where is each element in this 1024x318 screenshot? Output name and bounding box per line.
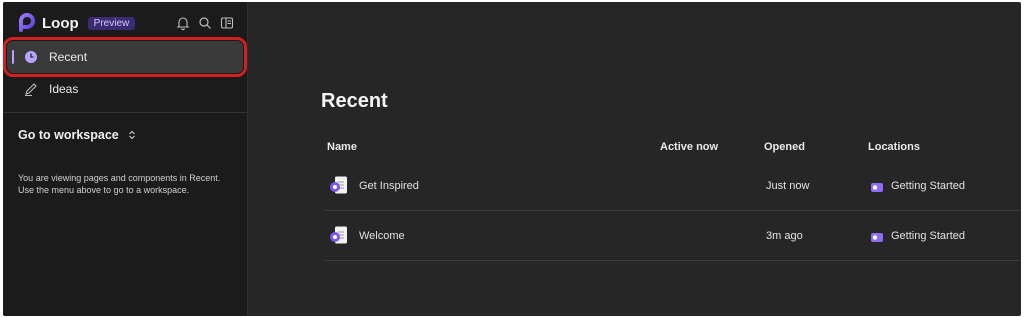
app-window: Loop Preview Recent Ideas Go to workspac… <box>3 2 1021 316</box>
sidebar-item-ideas[interactable]: Ideas <box>7 73 243 105</box>
main-content: Recent Name Active now Opened Locations … <box>248 2 1021 316</box>
sidebar-item-label: Recent <box>49 50 88 64</box>
row-location[interactable]: Getting Started <box>891 180 965 192</box>
row-divider <box>325 260 1021 261</box>
loop-page-icon <box>330 176 347 194</box>
row-divider <box>325 210 1021 211</box>
workspace-heading: Go to workspace <box>18 128 119 142</box>
row-name[interactable]: Welcome <box>359 230 405 242</box>
loop-logo-icon <box>19 13 35 32</box>
workspace-icon <box>871 183 883 192</box>
row-opened: 3m ago <box>766 230 803 242</box>
clock-icon <box>23 49 39 65</box>
row-opened: Just now <box>766 180 810 192</box>
row-name[interactable]: Get Inspired <box>359 180 419 192</box>
chevron-up-down-icon <box>128 130 135 140</box>
sidebar-item-label: Ideas <box>49 82 79 96</box>
search-icon[interactable] <box>197 15 213 31</box>
panel-toggle-icon[interactable] <box>219 15 235 31</box>
column-header-opened[interactable]: Opened <box>764 141 805 153</box>
top-icons <box>175 15 235 31</box>
sidebar-divider <box>3 112 247 113</box>
pen-icon <box>23 81 39 97</box>
loop-page-icon <box>330 226 347 244</box>
page-title: Recent <box>321 90 388 112</box>
workspace-note: You are viewing pages and components in … <box>18 173 221 195</box>
preview-badge: Preview <box>87 16 136 30</box>
workspace-switcher[interactable]: Go to workspace <box>18 128 138 142</box>
column-header-locations[interactable]: Locations <box>868 141 920 153</box>
selected-indicator <box>12 50 14 64</box>
app-name: Loop <box>42 14 79 32</box>
column-header-name[interactable]: Name <box>327 141 357 153</box>
row-location[interactable]: Getting Started <box>891 230 965 242</box>
bell-icon[interactable] <box>175 15 191 31</box>
brand[interactable]: Loop Preview <box>17 13 136 33</box>
sidebar: Loop Preview Recent Ideas Go to workspac… <box>3 2 248 316</box>
workspace-icon <box>871 233 883 242</box>
sidebar-item-recent[interactable]: Recent <box>3 37 247 77</box>
column-header-active-now[interactable]: Active now <box>660 141 718 153</box>
